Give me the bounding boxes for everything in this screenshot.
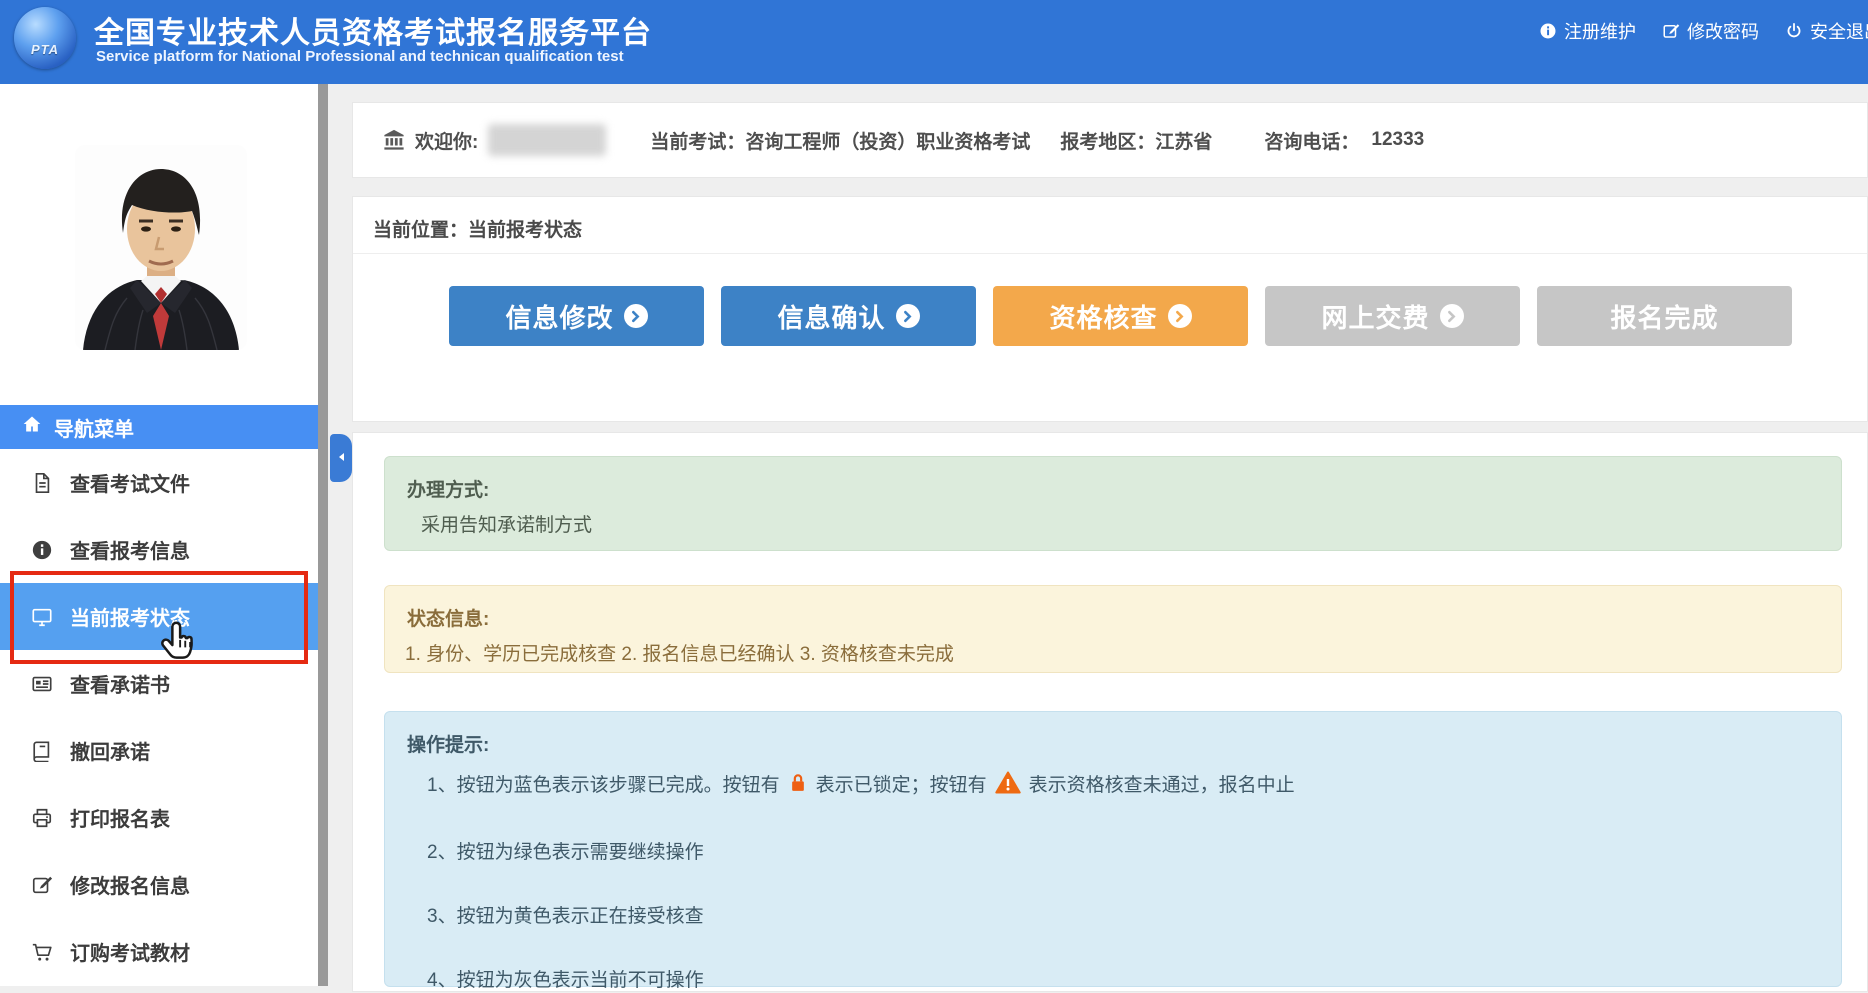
monitor-icon <box>30 605 54 629</box>
chevron-circle-right-icon <box>896 304 920 328</box>
book-icon <box>30 739 54 763</box>
page-subtitle: Service platform for National Profession… <box>96 48 624 65</box>
main-content: 欢迎你: 当前考试： 咨询工程师（投资）职业资格考试 报考地区： 江苏省 咨询电… <box>328 84 1868 986</box>
info-circle-icon <box>30 538 54 562</box>
step-button-online-payment[interactable]: 网上交费 <box>1265 286 1520 346</box>
welcome-bar: 欢迎你: 当前考试： 咨询工程师（投资）职业资格考试 报考地区： 江苏省 咨询电… <box>352 102 1868 178</box>
link-label: 注册维护 <box>1564 18 1636 44</box>
current-exam: 当前考试： 咨询工程师（投资）职业资格考试 <box>650 127 1030 154</box>
info-panel: 办理方式: 采用告知承诺制方式 状态信息: 1. 身份、学历已完成核查 2. 报… <box>352 432 1868 992</box>
status-body: 1. 身份、学历已完成核查 2. 报名信息已经确认 3. 资格核查未完成 <box>405 639 1841 666</box>
cart-icon <box>30 940 54 964</box>
nav-menu-title: 导航菜单 <box>54 413 134 442</box>
hand-cursor-icon <box>158 620 198 666</box>
step-button-info-modify[interactable]: 信息修改 <box>449 286 704 346</box>
status-box: 状态信息: 1. 身份、学历已完成核查 2. 报名信息已经确认 3. 资格核查未… <box>384 585 1842 673</box>
logo-text: PTA <box>31 42 59 57</box>
method-body: 采用告知承诺制方式 <box>421 510 1841 537</box>
sidebar-item-label: 查看考试文件 <box>70 468 190 497</box>
chevron-left-icon <box>337 449 345 467</box>
id-card-icon <box>30 672 54 696</box>
sidebar-item-label: 查看报考信息 <box>70 535 190 564</box>
sidebar-item-label: 打印报名表 <box>70 803 170 832</box>
register-maintenance-link[interactable]: 注册维护 <box>1539 18 1636 44</box>
tips-title: 操作提示: <box>385 712 1841 757</box>
sidebar-item-label: 订购考试教材 <box>70 937 190 966</box>
status-panel: 当前位置：当前报考状态 信息修改 信息确认 资格核查 网上交费 报名完成 <box>352 196 1868 422</box>
step-button-qualification-check[interactable]: 资格核查 <box>993 286 1248 346</box>
info-circle-icon <box>1539 22 1557 40</box>
sidebar-item-print-form[interactable]: 打印报名表 <box>0 784 318 851</box>
applicant-photo <box>75 145 247 350</box>
sidebar-item-view-exam-files[interactable]: 查看考试文件 <box>0 449 318 516</box>
page-title: 全国专业技术人员资格考试报名服务平台 <box>94 8 652 52</box>
link-label: 修改密码 <box>1687 18 1759 44</box>
power-icon <box>1785 22 1803 40</box>
step-button-info-confirm[interactable]: 信息确认 <box>721 286 976 346</box>
consult-phone: 咨询电话： 12333 <box>1264 127 1424 154</box>
tips-text: 1、按钮为蓝色表示该步骤已完成。按钮有 <box>427 774 780 798</box>
current-exam-value: 咨询工程师（投资）职业资格考试 <box>745 127 1030 154</box>
tips-line-1: 1、按钮为蓝色表示该步骤已完成。按钮有 表示已锁定；按钮有 表示资格核查未通过，… <box>427 771 1841 801</box>
sidebar-collapse-handle[interactable] <box>330 434 352 482</box>
welcome-greeting: 欢迎你: <box>415 127 478 154</box>
exam-region: 报考地区： 江苏省 <box>1060 127 1212 154</box>
printer-icon <box>30 806 54 830</box>
sidebar-menu: 查看考试文件 查看报考信息 当前报考状态 查看承诺书 撤回承诺 打印报名表 修改… <box>0 449 318 985</box>
divider <box>353 253 1867 254</box>
change-password-link[interactable]: 修改密码 <box>1662 18 1759 44</box>
method-title: 办理方式: <box>385 457 1841 502</box>
edit-square-icon <box>30 873 54 897</box>
file-text-icon <box>30 471 54 495</box>
sidebar-item-view-application-info[interactable]: 查看报考信息 <box>0 516 318 583</box>
sidebar-item-modify-application[interactable]: 修改报名信息 <box>0 851 318 918</box>
sidebar-item-withdraw-commitment[interactable]: 撤回承诺 <box>0 717 318 784</box>
home-icon <box>22 414 42 440</box>
tips-box: 操作提示: 1、按钮为蓝色表示该步骤已完成。按钮有 表示已锁定；按钮有 表示资格… <box>384 711 1842 987</box>
tips-line-2: 2、按钮为绿色表示需要继续操作 <box>427 841 1841 865</box>
link-label: 安全退出 <box>1810 18 1868 44</box>
warning-triangle-icon <box>995 771 1021 801</box>
current-exam-label: 当前考试： <box>650 127 745 154</box>
sidebar-item-label: 查看承诺书 <box>70 669 170 698</box>
welcome-user-name-redacted <box>488 124 606 156</box>
tips-line-4: 4、按钮为灰色表示当前不可操作 <box>427 969 1841 993</box>
tips-text: 表示资格核查未通过，报名中止 <box>1029 774 1295 798</box>
sidebar-item-order-materials[interactable]: 订购考试教材 <box>0 918 318 985</box>
breadcrumb: 当前位置：当前报考状态 <box>353 197 1867 242</box>
step-label: 报名完成 <box>1610 298 1718 335</box>
app-header: PTA 全国专业技术人员资格考试报名服务平台 Service platform … <box>0 0 1868 84</box>
chevron-circle-right-icon <box>1168 304 1192 328</box>
sidebar-scrollbar[interactable] <box>318 84 328 986</box>
step-label: 信息修改 <box>505 298 613 335</box>
header-links: 注册维护 修改密码 安全退出 <box>1539 18 1868 44</box>
method-box: 办理方式: 采用告知承诺制方式 <box>384 456 1842 551</box>
pta-logo-icon: PTA <box>14 7 76 69</box>
step-label: 网上交费 <box>1321 298 1429 335</box>
step-button-registration-complete[interactable]: 报名完成 <box>1537 286 1792 346</box>
consult-phone-label: 咨询电话： <box>1264 127 1359 154</box>
chevron-circle-right-icon <box>1440 304 1464 328</box>
exam-region-label: 报考地区： <box>1060 127 1155 154</box>
sidebar-item-label: 撤回承诺 <box>70 736 150 765</box>
exam-region-value: 江苏省 <box>1155 127 1212 154</box>
status-title: 状态信息: <box>385 586 1841 631</box>
bank-icon <box>383 129 405 151</box>
sidebar-item-label: 修改报名信息 <box>70 870 190 899</box>
chevron-circle-right-icon <box>624 304 648 328</box>
tips-text: 表示已锁定；按钮有 <box>816 774 987 798</box>
step-label: 信息确认 <box>777 298 885 335</box>
edit-square-icon <box>1662 22 1680 40</box>
sidebar: 导航菜单 查看考试文件 查看报考信息 当前报考状态 查看承诺书 撤回承诺 打印报… <box>0 84 318 986</box>
step-label: 资格核查 <box>1049 298 1157 335</box>
lock-icon <box>788 772 808 801</box>
nav-menu-header: 导航菜单 <box>0 405 318 449</box>
safe-logout-link[interactable]: 安全退出 <box>1785 18 1868 44</box>
progress-steps: 信息修改 信息确认 资格核查 网上交费 报名完成 <box>449 286 1792 346</box>
consult-phone-value: 12333 <box>1371 129 1424 151</box>
tips-line-3: 3、按钮为黄色表示正在接受核查 <box>427 905 1841 929</box>
